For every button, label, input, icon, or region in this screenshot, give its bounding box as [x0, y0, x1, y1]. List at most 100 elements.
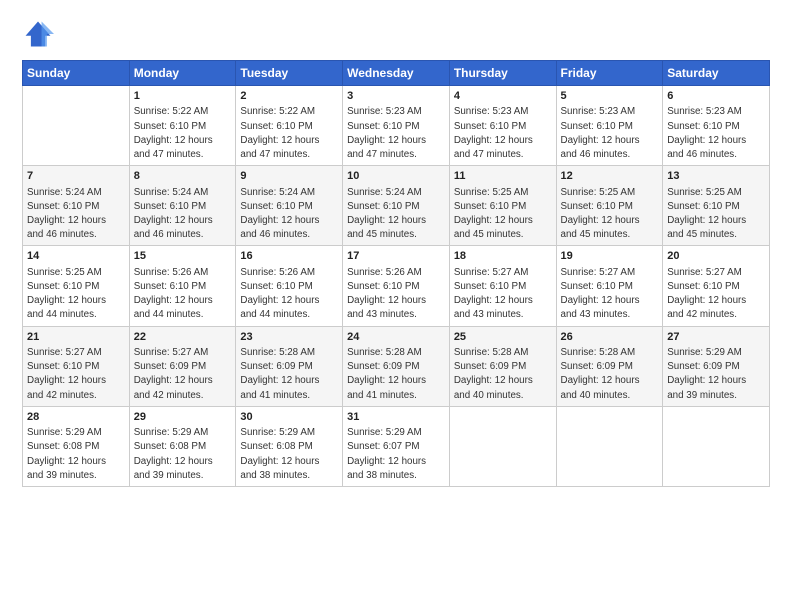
day-info: Sunrise: 5:27 AM Sunset: 6:10 PM Dayligh…	[27, 346, 125, 403]
calendar-cell: 11 Sunrise: 5:25 AM Sunset: 6:10 PM Dayli…	[449, 166, 556, 246]
day-info: Sunrise: 5:26 AM Sunset: 6:10 PM Dayligh…	[240, 266, 338, 323]
day-number: 6	[667, 89, 765, 104]
col-friday: Friday	[556, 61, 663, 86]
day-info: Sunrise: 5:25 AM Sunset: 6:10 PM Dayligh…	[561, 186, 659, 243]
day-number: 17	[347, 249, 445, 264]
col-wednesday: Wednesday	[343, 61, 450, 86]
col-tuesday: Tuesday	[236, 61, 343, 86]
week-row-3: 14 Sunrise: 5:25 AM Sunset: 6:10 PM Dayli…	[23, 246, 770, 326]
calendar-cell: 18 Sunrise: 5:27 AM Sunset: 6:10 PM Dayli…	[449, 246, 556, 326]
calendar-cell: 3Sunrise: 5:23 AM Sunset: 6:10 PM Daylig…	[343, 86, 450, 166]
day-info: Sunrise: 5:25 AM Sunset: 6:10 PM Dayligh…	[667, 186, 765, 243]
calendar-cell: 22Sunrise: 5:27 AM Sunset: 6:09 PM Dayli…	[129, 326, 236, 406]
day-number: 24	[347, 330, 445, 345]
calendar-cell	[663, 406, 770, 486]
day-number: 23	[240, 330, 338, 345]
day-info: Sunrise: 5:27 AM Sunset: 6:09 PM Dayligh…	[134, 346, 232, 403]
day-info: Sunrise: 5:28 AM Sunset: 6:09 PM Dayligh…	[561, 346, 659, 403]
calendar-cell: 17 Sunrise: 5:26 AM Sunset: 6:10 PM Dayli…	[343, 246, 450, 326]
calendar-cell: 14 Sunrise: 5:25 AM Sunset: 6:10 PM Dayli…	[23, 246, 130, 326]
day-number: 10	[347, 169, 445, 184]
col-saturday: Saturday	[663, 61, 770, 86]
calendar-cell	[449, 406, 556, 486]
calendar-cell: 15 Sunrise: 5:26 AM Sunset: 6:10 PM Dayli…	[129, 246, 236, 326]
day-info: Sunrise: 5:29 AM Sunset: 6:09 PM Dayligh…	[667, 346, 765, 403]
day-info: Sunrise: 5:22 AM Sunset: 6:10 PM Dayligh…	[240, 105, 338, 162]
calendar-cell: 25Sunrise: 5:28 AM Sunset: 6:09 PM Dayli…	[449, 326, 556, 406]
day-number: 13	[667, 169, 765, 184]
week-row-5: 28Sunrise: 5:29 AM Sunset: 6:08 PM Dayli…	[23, 406, 770, 486]
day-info: Sunrise: 5:29 AM Sunset: 6:08 PM Dayligh…	[134, 426, 232, 483]
day-info: Sunrise: 5:25 AM Sunset: 6:10 PM Dayligh…	[27, 266, 125, 323]
day-info: Sunrise: 5:29 AM Sunset: 6:08 PM Dayligh…	[240, 426, 338, 483]
calendar-cell: 6Sunrise: 5:23 AM Sunset: 6:10 PM Daylig…	[663, 86, 770, 166]
day-number: 9	[240, 169, 338, 184]
day-info: Sunrise: 5:24 AM Sunset: 6:10 PM Dayligh…	[27, 186, 125, 243]
page: SundayMondayTuesdayWednesdayThursdayFrid…	[0, 0, 792, 499]
calendar-cell	[23, 86, 130, 166]
day-number: 26	[561, 330, 659, 345]
day-info: Sunrise: 5:25 AM Sunset: 6:10 PM Dayligh…	[454, 186, 552, 243]
day-number: 2	[240, 89, 338, 104]
day-number: 14	[27, 249, 125, 264]
calendar-table: SundayMondayTuesdayWednesdayThursdayFrid…	[22, 60, 770, 487]
day-info: Sunrise: 5:28 AM Sunset: 6:09 PM Dayligh…	[240, 346, 338, 403]
day-info: Sunrise: 5:27 AM Sunset: 6:10 PM Dayligh…	[667, 266, 765, 323]
day-number: 15	[134, 249, 232, 264]
day-number: 8	[134, 169, 232, 184]
week-row-2: 7 Sunrise: 5:24 AM Sunset: 6:10 PM Daylig…	[23, 166, 770, 246]
day-info: Sunrise: 5:29 AM Sunset: 6:08 PM Dayligh…	[27, 426, 125, 483]
day-number: 7	[27, 169, 125, 184]
calendar-cell: 29Sunrise: 5:29 AM Sunset: 6:08 PM Dayli…	[129, 406, 236, 486]
day-number: 1	[134, 89, 232, 104]
header	[22, 18, 770, 50]
day-info: Sunrise: 5:29 AM Sunset: 6:07 PM Dayligh…	[347, 426, 445, 483]
day-number: 27	[667, 330, 765, 345]
week-row-1: 1Sunrise: 5:22 AM Sunset: 6:10 PM Daylig…	[23, 86, 770, 166]
calendar-cell: 8 Sunrise: 5:24 AM Sunset: 6:10 PM Daylig…	[129, 166, 236, 246]
calendar-cell: 16 Sunrise: 5:26 AM Sunset: 6:10 PM Dayli…	[236, 246, 343, 326]
calendar-cell: 5Sunrise: 5:23 AM Sunset: 6:10 PM Daylig…	[556, 86, 663, 166]
day-info: Sunrise: 5:24 AM Sunset: 6:10 PM Dayligh…	[240, 186, 338, 243]
col-sunday: Sunday	[23, 61, 130, 86]
calendar-cell: 7 Sunrise: 5:24 AM Sunset: 6:10 PM Daylig…	[23, 166, 130, 246]
day-number: 4	[454, 89, 552, 104]
day-info: Sunrise: 5:27 AM Sunset: 6:10 PM Dayligh…	[454, 266, 552, 323]
day-info: Sunrise: 5:23 AM Sunset: 6:10 PM Dayligh…	[561, 105, 659, 162]
day-number: 21	[27, 330, 125, 345]
day-info: Sunrise: 5:22 AM Sunset: 6:10 PM Dayligh…	[134, 105, 232, 162]
calendar-cell: 21Sunrise: 5:27 AM Sunset: 6:10 PM Dayli…	[23, 326, 130, 406]
day-number: 16	[240, 249, 338, 264]
day-number: 19	[561, 249, 659, 264]
calendar-cell: 2Sunrise: 5:22 AM Sunset: 6:10 PM Daylig…	[236, 86, 343, 166]
day-number: 30	[240, 410, 338, 425]
header-row: SundayMondayTuesdayWednesdayThursdayFrid…	[23, 61, 770, 86]
day-info: Sunrise: 5:26 AM Sunset: 6:10 PM Dayligh…	[134, 266, 232, 323]
day-number: 29	[134, 410, 232, 425]
col-monday: Monday	[129, 61, 236, 86]
day-info: Sunrise: 5:26 AM Sunset: 6:10 PM Dayligh…	[347, 266, 445, 323]
day-number: 25	[454, 330, 552, 345]
day-number: 12	[561, 169, 659, 184]
day-info: Sunrise: 5:28 AM Sunset: 6:09 PM Dayligh…	[454, 346, 552, 403]
calendar-cell: 10Sunrise: 5:24 AM Sunset: 6:10 PM Dayli…	[343, 166, 450, 246]
calendar-cell: 28Sunrise: 5:29 AM Sunset: 6:08 PM Dayli…	[23, 406, 130, 486]
calendar-cell: 1Sunrise: 5:22 AM Sunset: 6:10 PM Daylig…	[129, 86, 236, 166]
calendar-cell: 23Sunrise: 5:28 AM Sunset: 6:09 PM Dayli…	[236, 326, 343, 406]
day-number: 18	[454, 249, 552, 264]
calendar-cell: 19Sunrise: 5:27 AM Sunset: 6:10 PM Dayli…	[556, 246, 663, 326]
day-info: Sunrise: 5:28 AM Sunset: 6:09 PM Dayligh…	[347, 346, 445, 403]
day-info: Sunrise: 5:24 AM Sunset: 6:10 PM Dayligh…	[134, 186, 232, 243]
logo-icon	[22, 18, 54, 50]
calendar-cell: 30Sunrise: 5:29 AM Sunset: 6:08 PM Dayli…	[236, 406, 343, 486]
day-number: 22	[134, 330, 232, 345]
day-number: 11	[454, 169, 552, 184]
calendar-cell: 12 Sunrise: 5:25 AM Sunset: 6:10 PM Dayli…	[556, 166, 663, 246]
day-number: 5	[561, 89, 659, 104]
week-row-4: 21Sunrise: 5:27 AM Sunset: 6:10 PM Dayli…	[23, 326, 770, 406]
day-number: 3	[347, 89, 445, 104]
day-info: Sunrise: 5:23 AM Sunset: 6:10 PM Dayligh…	[454, 105, 552, 162]
calendar-cell: 26Sunrise: 5:28 AM Sunset: 6:09 PM Dayli…	[556, 326, 663, 406]
day-info: Sunrise: 5:23 AM Sunset: 6:10 PM Dayligh…	[667, 105, 765, 162]
logo	[22, 18, 58, 50]
